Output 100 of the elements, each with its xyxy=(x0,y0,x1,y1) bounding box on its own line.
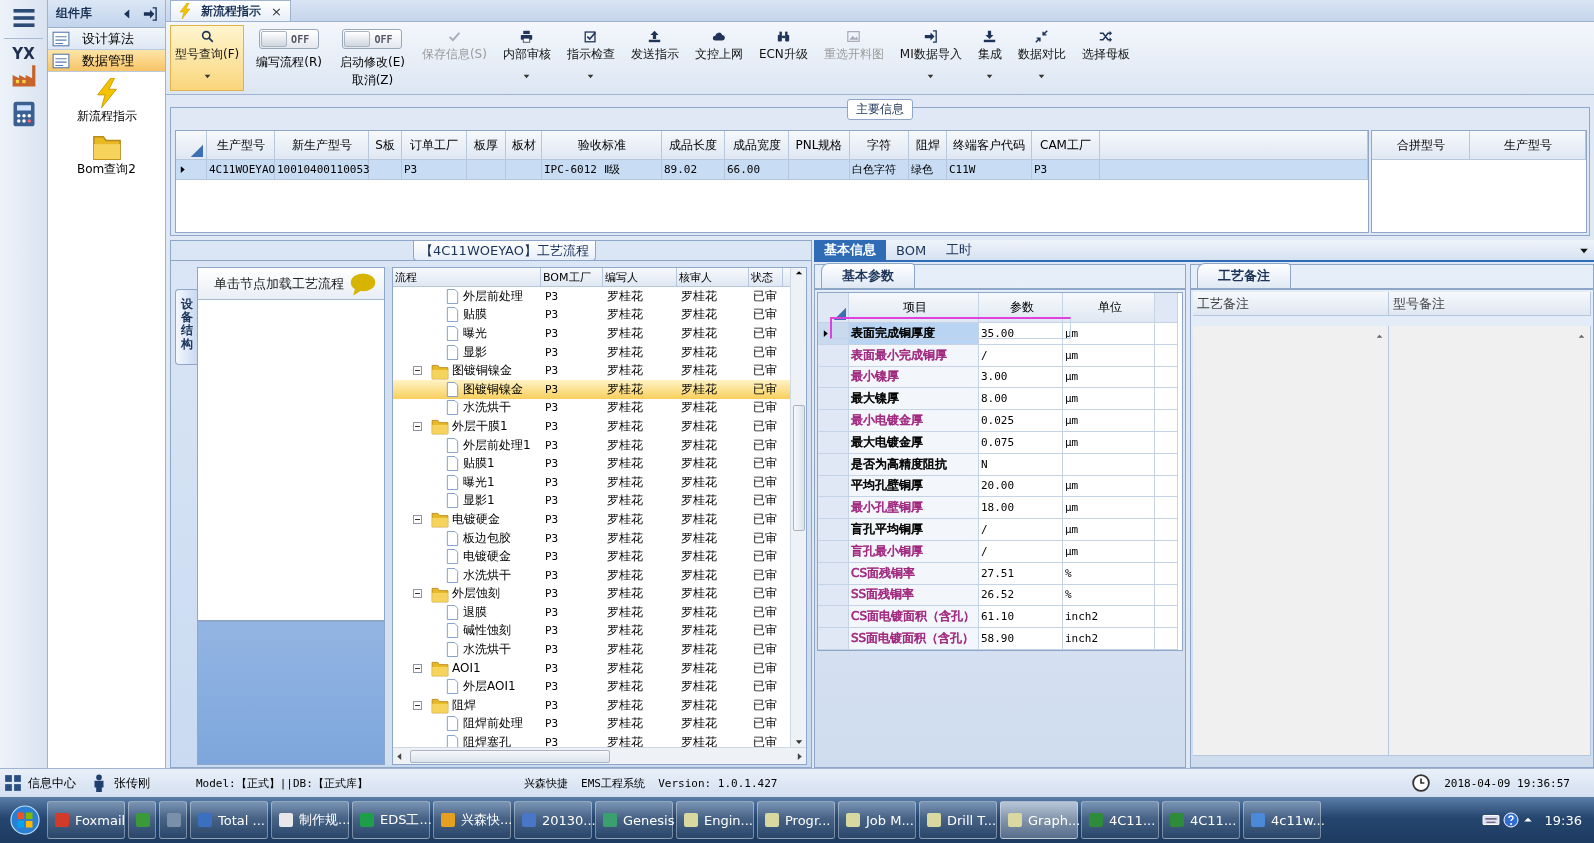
taskbar-button[interactable]: 制作规... xyxy=(271,801,349,839)
taskbar-button[interactable]: Total ... xyxy=(190,801,268,839)
tab[interactable]: 基本信息 xyxy=(814,240,886,260)
tree-row[interactable]: 显影1 P3 罗桂花 罗桂花 已审 xyxy=(393,491,790,511)
sidebar-item[interactable]: 设计算法 xyxy=(48,28,165,50)
taskbar-button[interactable]: 4C11... xyxy=(1081,801,1159,839)
side-tab[interactable]: 设备结构 xyxy=(175,289,197,365)
column-header[interactable]: 流程 xyxy=(393,268,541,287)
toolbar-button[interactable]: 发送指示 xyxy=(625,25,684,91)
scrollbar-thumb[interactable] xyxy=(792,404,805,531)
tree-row[interactable]: 图镀铜镍金 P3 罗桂花 罗桂花 已审 xyxy=(393,361,790,380)
column-header[interactable]: 字符 xyxy=(850,131,909,160)
tab[interactable]: BOM xyxy=(886,240,937,260)
toolbar-button[interactable]: 选择母板 xyxy=(1076,25,1135,91)
collapse-icon[interactable] xyxy=(413,514,422,524)
column-header[interactable]: 合拼型号 xyxy=(1372,131,1470,160)
tree-row[interactable]: 曝光 P3 罗桂花 罗桂花 已审 xyxy=(393,324,790,343)
tree-row[interactable]: 电镀硬金 P3 罗桂花 罗桂花 已审 xyxy=(393,510,790,529)
column-header[interactable]: 生产型号 xyxy=(207,131,275,160)
column-header[interactable]: 型号备注 xyxy=(1389,292,1591,316)
column-header[interactable]: 成品长度 xyxy=(662,131,725,160)
tree-row[interactable]: 贴膜1 P3 罗桂花 罗桂花 已审 xyxy=(393,454,790,473)
close-button[interactable]: × xyxy=(269,3,284,19)
tree-row[interactable]: 曝光1 P3 罗桂花 罗桂花 已审 xyxy=(393,472,790,492)
tree-row[interactable]: 外层前处理 P3 罗桂花 罗桂花 已审 xyxy=(393,287,790,306)
tree-row[interactable]: 水洗烘干 P3 罗桂花 罗桂花 已审 xyxy=(393,640,790,659)
toolbar-button[interactable]: 文控上网 xyxy=(689,25,748,91)
column-header[interactable]: 新生产型号 xyxy=(275,131,369,160)
taskbar-button[interactable]: 兴森快... xyxy=(433,801,511,839)
column-header[interactable]: 编写人 xyxy=(603,268,677,287)
taskbar-button[interactable]: Job M... xyxy=(838,801,916,839)
status-text[interactable]: 信息中心 xyxy=(28,774,76,792)
toolbar-button[interactable]: 数据对比 xyxy=(1012,25,1071,91)
scrollbar-thumb[interactable] xyxy=(409,749,610,763)
tab[interactable]: 工时 xyxy=(936,240,983,260)
column-header[interactable]: 验收标准 xyxy=(542,131,662,160)
column-header[interactable]: 阻焊 xyxy=(909,131,947,160)
tab[interactable]: 工艺备注 xyxy=(1197,263,1291,288)
column-header[interactable]: S板 xyxy=(369,131,402,160)
column-header[interactable]: 订单工厂 xyxy=(402,131,467,160)
taskbar-button[interactable]: EDS工... xyxy=(352,801,430,839)
taskbar-button[interactable]: Foxmail xyxy=(47,801,125,839)
taskbar-button[interactable] xyxy=(159,801,187,839)
tree-row[interactable]: 外层蚀刻 P3 罗桂花 罗桂花 已审 xyxy=(393,584,790,604)
collapse-icon[interactable] xyxy=(413,589,422,599)
tree-row[interactable]: 退膜 P3 罗桂花 罗桂花 已审 xyxy=(393,603,790,622)
collapse-icon[interactable] xyxy=(413,421,422,431)
column-header[interactable]: 终端客户代码 xyxy=(947,131,1032,160)
toolbar-button[interactable]: MI数据导入 xyxy=(894,25,967,91)
column-header[interactable]: 板材 xyxy=(506,131,542,160)
taskbar-button[interactable]: 4C11... xyxy=(1162,801,1240,839)
tree-row[interactable]: AOI1 P3 罗桂花 罗桂花 已审 xyxy=(393,658,790,678)
tree-row[interactable]: 板边包胶 P3 罗桂花 罗桂花 已审 xyxy=(393,528,790,548)
sidebar-item[interactable]: 数据管理 xyxy=(48,50,165,72)
column-header[interactable]: PNL规格 xyxy=(789,131,850,160)
column-header[interactable]: 状态 xyxy=(749,268,783,287)
taskbar-button[interactable]: Engin... xyxy=(676,801,754,839)
collapse-icon[interactable] xyxy=(413,700,422,710)
tree-row[interactable]: 外层干膜1 P3 罗桂花 罗桂花 已审 xyxy=(393,417,790,436)
tree-row[interactable]: 碱性蚀刻 P3 罗桂花 罗桂花 已审 xyxy=(393,621,790,641)
column-header[interactable]: 成品宽度 xyxy=(725,131,789,160)
taskbar-button[interactable]: Progr... xyxy=(757,801,835,839)
column-header[interactable]: BOM工厂 xyxy=(541,268,603,287)
toolbar-button[interactable]: ECN升级 xyxy=(753,25,813,91)
tree-row[interactable]: 显影 P3 罗桂花 罗桂花 已审 xyxy=(393,342,790,362)
column-header[interactable]: 核审人 xyxy=(677,268,749,287)
column-header[interactable]: 工艺备注 xyxy=(1193,292,1389,316)
taskbar-button[interactable]: Genesis xyxy=(595,801,673,839)
tree-row[interactable]: 阻焊 P3 罗桂花 罗桂花 已审 xyxy=(393,696,790,715)
shortcut-label[interactable]: 新流程指示 xyxy=(76,108,137,125)
toggle-switch[interactable]: OFF xyxy=(259,29,320,49)
tree-row[interactable]: 外层前处理1 P3 罗桂花 罗桂花 已审 xyxy=(393,435,790,455)
taskbar-button[interactable] xyxy=(128,801,156,839)
column-header[interactable]: 项目 xyxy=(849,293,979,323)
tab[interactable]: 基本参数 xyxy=(821,263,915,288)
column-header[interactable]: 单位 xyxy=(1063,293,1155,323)
tree-row[interactable]: 贴膜 P3 罗桂花 罗桂花 已审 xyxy=(393,305,790,325)
column-header[interactable]: 参数 xyxy=(979,293,1063,323)
tree-row[interactable]: 阻焊前处理 P3 罗桂花 罗桂花 已审 xyxy=(393,714,790,734)
tree-row[interactable]: 外层AOI1 P3 罗桂花 罗桂花 已审 xyxy=(393,677,790,697)
shortcut-label[interactable]: Bom查询2 xyxy=(77,161,136,178)
collapse-icon[interactable] xyxy=(413,366,422,376)
toolbar-button[interactable]: 集成 xyxy=(972,25,1007,91)
tree-row[interactable]: 电镀硬金 P3 罗桂花 罗桂花 已审 xyxy=(393,547,790,566)
column-header[interactable]: CAM工厂 xyxy=(1032,131,1100,160)
column-header[interactable]: 生产型号 xyxy=(1470,131,1586,160)
tree-row[interactable]: 水洗烘干 P3 罗桂花 罗桂花 已审 xyxy=(393,398,790,418)
toolbar-button[interactable]: 型号查询(F) xyxy=(170,25,245,91)
document-tab[interactable]: 新流程指示 × xyxy=(170,0,291,21)
scrollbar[interactable] xyxy=(393,747,806,764)
tree-row[interactable]: 水洗烘干 P3 罗桂花 罗桂花 已审 xyxy=(393,565,790,585)
toolbar-button[interactable]: 指示检查 xyxy=(561,25,620,91)
collapse-icon[interactable] xyxy=(413,663,422,673)
column-header[interactable]: 板厚 xyxy=(467,131,506,160)
scrollbar[interactable] xyxy=(790,268,806,747)
taskbar-button[interactable]: Drill T... xyxy=(919,801,997,839)
toggle-switch[interactable]: OFF xyxy=(342,29,403,49)
tree-row[interactable]: 阻焊塞孔 P3 罗桂花 罗桂花 已审 xyxy=(393,733,790,747)
tree-row[interactable]: 图镀铜镍金 P3 罗桂花 罗桂花 已审 xyxy=(393,379,790,399)
toolbar-button[interactable]: 内部审核 xyxy=(497,25,556,91)
